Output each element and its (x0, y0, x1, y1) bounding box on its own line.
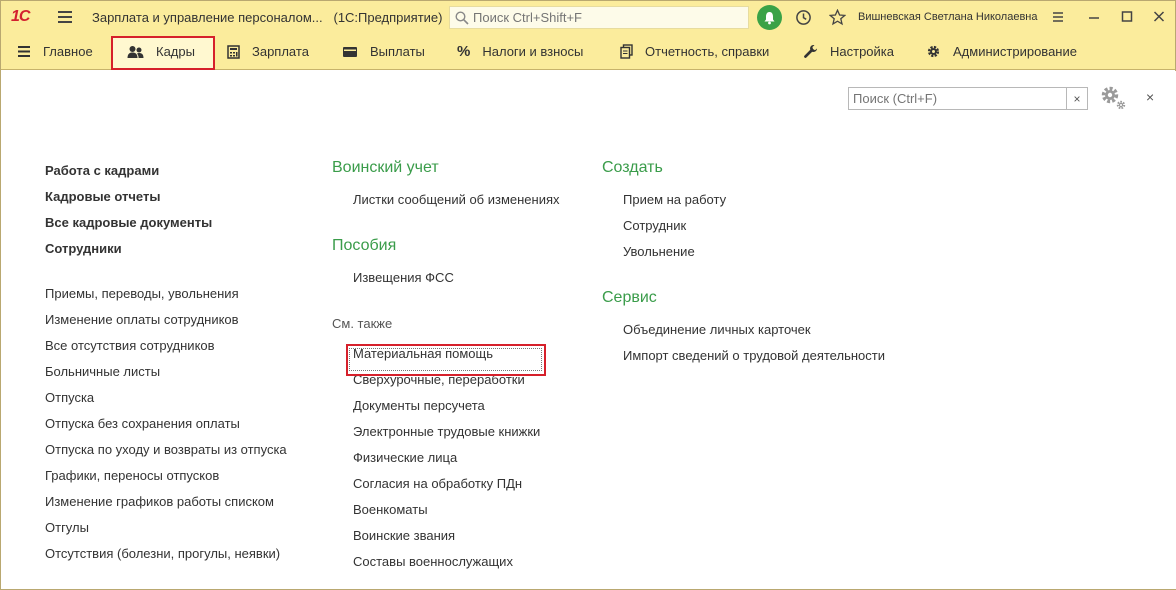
local-search[interactable]: × (848, 87, 1088, 110)
maximize-icon[interactable] (1120, 9, 1134, 25)
link-employees[interactable]: Сотрудники (45, 241, 122, 256)
section-label: Налоги и взносы (482, 44, 584, 59)
app-mode: (1С:Предприятие) (333, 10, 443, 25)
link-personnel-docs[interactable]: Документы персучета (353, 398, 485, 413)
link-military-ranks[interactable]: Воинские звания (353, 528, 455, 543)
app-title: Зарплата и управление персоналом... (1С:… (92, 10, 443, 25)
section-settings[interactable]: Настройка (803, 34, 894, 69)
global-search-input[interactable] (473, 10, 733, 25)
section-label: Зарплата (252, 44, 309, 59)
link-create-hiring[interactable]: Прием на работу (623, 192, 726, 207)
title-bar: 1С Зарплата и управление персоналом... (… (1, 1, 1175, 34)
local-search-input[interactable] (849, 88, 1066, 109)
section-main[interactable]: Главное (17, 34, 93, 69)
settings-menu-icon[interactable] (1051, 9, 1065, 25)
link-military-compositions[interactable]: Составы военнослужащих (353, 554, 513, 569)
link-unpaid-vacations[interactable]: Отпуска без сохранения оплаты (45, 416, 240, 431)
link-merge-cards[interactable]: Объединение личных карточек (623, 322, 811, 337)
section-label: Отчетность, справки (645, 44, 770, 59)
percent-icon: % (457, 43, 471, 60)
link-absences-illness[interactable]: Отсутствия (болезни, прогулы, неявки) (45, 546, 280, 561)
link-hiring-transfers[interactable]: Приемы, переводы, увольнения (45, 286, 239, 301)
people-icon (127, 45, 144, 59)
see-also-label: См. также (332, 316, 393, 331)
section-salary[interactable]: Зарплата (227, 34, 309, 69)
minimize-icon[interactable] (1087, 9, 1101, 25)
section-label: Администрирование (953, 44, 1077, 59)
link-hr-reports[interactable]: Кадровые отчеты (45, 189, 160, 204)
group-service: Сервис (602, 289, 657, 306)
section-label: Кадры (156, 44, 195, 59)
section-label: Выплаты (370, 44, 425, 59)
main-menu-icon[interactable] (58, 11, 72, 23)
link-pd-consents[interactable]: Согласия на обработку ПДн (353, 476, 522, 491)
link-pay-changes[interactable]: Изменение оплаты сотрудников (45, 312, 239, 327)
favorites-star-icon[interactable] (829, 9, 846, 26)
panel-settings-gear-icon[interactable] (1100, 85, 1128, 114)
notifications-bell-icon[interactable] (757, 5, 782, 30)
section-administration[interactable]: Администрирование (926, 34, 1077, 69)
link-import-work-info[interactable]: Импорт сведений о трудовой деятельности (623, 348, 885, 363)
global-search[interactable] (449, 6, 749, 29)
link-create-employee[interactable]: Сотрудник (623, 218, 686, 233)
group-military-registration: Воинский учет (332, 159, 439, 176)
app-window: 1С Зарплата и управление персоналом... (… (0, 0, 1176, 590)
link-create-dismissal[interactable]: Увольнение (623, 244, 695, 259)
focus-frame (349, 348, 542, 371)
section-reports[interactable]: Отчетность, справки (620, 34, 769, 69)
app-logo: 1С (11, 8, 30, 25)
menu-icon (17, 45, 31, 58)
link-schedule-changes[interactable]: Изменение графиков работы списком (45, 494, 274, 509)
app-title-text: Зарплата и управление персоналом... (92, 10, 323, 25)
section-label: Настройка (830, 44, 894, 59)
search-icon (455, 10, 469, 25)
group-create: Создать (602, 159, 663, 176)
link-parental-leave[interactable]: Отпуска по уходу и возвраты из отпуска (45, 442, 287, 457)
reports-icon (620, 44, 633, 59)
section-payments[interactable]: Выплаты (342, 34, 425, 69)
window-close-icon[interactable] (1152, 9, 1166, 25)
history-icon[interactable] (795, 9, 812, 26)
close-panel-icon[interactable]: × (1146, 89, 1154, 105)
user-name[interactable]: Вишневская Светлана Николаевна (858, 11, 1038, 23)
section-taxes[interactable]: % Налоги и взносы (457, 34, 583, 69)
link-days-off[interactable]: Отгулы (45, 520, 89, 535)
section-label: Главное (43, 44, 93, 59)
group-benefits: Пособия (332, 237, 397, 254)
link-individuals[interactable]: Физические лица (353, 450, 457, 465)
link-vacations[interactable]: Отпуска (45, 390, 94, 405)
link-sick-leaves[interactable]: Больничные листы (45, 364, 160, 379)
calculator-icon (227, 44, 240, 59)
section-content: × × (2, 71, 1176, 589)
gear-icon (926, 44, 941, 59)
wallet-icon (342, 46, 358, 58)
link-vacation-schedules[interactable]: Графики, переносы отпусков (45, 468, 219, 483)
section-hr[interactable]: Кадры (127, 34, 195, 69)
link-work-with-staff[interactable]: Работа с кадрами (45, 163, 159, 178)
link-electronic-work-books[interactable]: Электронные трудовые книжки (353, 424, 540, 439)
link-all-absences[interactable]: Все отсутствия сотрудников (45, 338, 215, 353)
link-military-offices[interactable]: Военкоматы (353, 502, 428, 517)
wrench-icon (803, 44, 818, 59)
clear-search-icon[interactable]: × (1066, 88, 1087, 109)
link-fss-notices[interactable]: Извещения ФСС (353, 270, 454, 285)
link-all-hr-documents[interactable]: Все кадровые документы (45, 215, 212, 230)
link-change-notices[interactable]: Листки сообщений об изменениях (353, 192, 560, 207)
